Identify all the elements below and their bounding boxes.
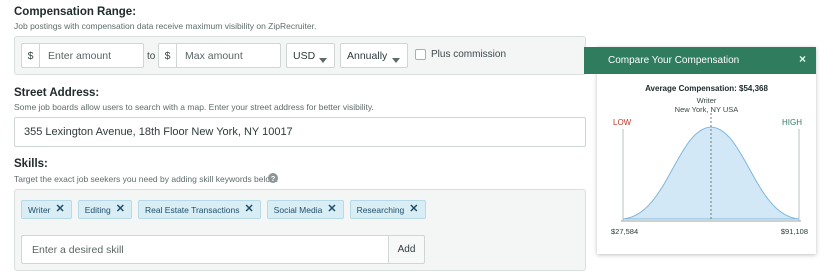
remove-icon[interactable]: ✕ xyxy=(244,204,253,215)
currency-symbol: $ xyxy=(159,44,177,67)
plus-commission-checkbox[interactable] xyxy=(415,49,426,60)
to-label: to xyxy=(147,51,156,62)
skill-tag: Real Estate Transactions ✕ xyxy=(137,200,261,219)
skills-help: Target the exact job seekers you need by… xyxy=(14,174,279,184)
skills-title: Skills: xyxy=(14,158,48,170)
street-address-input[interactable]: 355 Lexington Avenue, 18th Floor New Yor… xyxy=(14,117,586,147)
salary-distribution-curve xyxy=(621,113,801,222)
max-salary-label: $91,108 xyxy=(780,227,808,236)
max-amount-placeholder: Max amount xyxy=(185,49,243,62)
skill-tags: Writer ✕ Editing ✕ Real Estate Transaction… xyxy=(21,200,426,219)
compensation-box: $ Enter amount to $ Max amount USD Annua… xyxy=(14,36,586,75)
chevron-down-icon xyxy=(319,58,327,63)
skill-tag: Writer ✕ xyxy=(21,200,72,219)
skill-tag-label: Real Estate Transactions xyxy=(144,204,240,215)
skill-tag-label: Writer xyxy=(28,204,51,215)
skills-box: Writer ✕ Editing ✕ Real Estate Transaction… xyxy=(14,189,586,271)
currency-select[interactable]: USD xyxy=(286,43,335,68)
skill-tag-label: Social Media xyxy=(273,204,323,215)
period-select[interactable]: Annually xyxy=(340,43,408,68)
skill-input[interactable]: Enter a desired skill xyxy=(21,235,388,264)
min-amount-field[interactable]: $ Enter amount xyxy=(21,43,144,68)
add-skill-button[interactable]: Add xyxy=(388,235,425,264)
remove-icon[interactable]: ✕ xyxy=(56,204,65,215)
skill-tag-label: Researching xyxy=(356,204,405,215)
compensation-help: Job postings with compensation data rece… xyxy=(14,21,317,31)
plus-commission-label: Plus commission xyxy=(431,49,507,60)
help-icon[interactable]: ? xyxy=(268,173,278,183)
max-amount-field[interactable]: $ Max amount xyxy=(158,43,281,68)
skill-tag: Editing ✕ xyxy=(77,200,132,219)
min-amount-placeholder: Enter amount xyxy=(48,49,112,62)
period-value: Annually xyxy=(347,49,388,62)
min-salary-label: $27,584 xyxy=(611,227,639,236)
skill-tag: Social Media ✕ xyxy=(266,200,344,219)
chevron-down-icon xyxy=(392,58,400,63)
currency-symbol: $ xyxy=(22,44,40,67)
currency-value: USD xyxy=(293,49,316,62)
remove-icon[interactable]: ✕ xyxy=(327,204,336,215)
compensation-title: Compensation Range: xyxy=(14,6,137,18)
compare-compensation-panel: Compare Your Compensation × Average Comp… xyxy=(584,47,816,254)
remove-icon[interactable]: ✕ xyxy=(409,204,418,215)
remove-icon[interactable]: ✕ xyxy=(116,204,125,215)
street-help: Some job boards allow users to search wi… xyxy=(14,102,374,112)
street-title: Street Address: xyxy=(14,87,100,99)
skill-tag-label: Editing xyxy=(84,204,111,215)
skill-tag: Researching ✕ xyxy=(349,200,426,219)
